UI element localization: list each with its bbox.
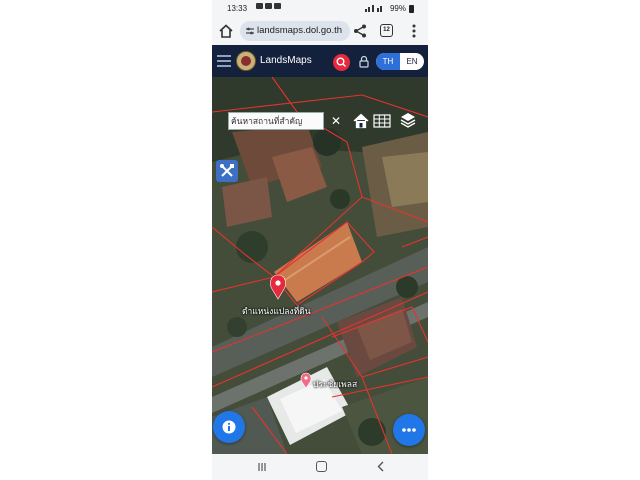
notification-icon bbox=[256, 3, 263, 9]
app-header: LandsMaps TH EN bbox=[212, 45, 428, 77]
share-icon[interactable] bbox=[352, 23, 368, 39]
system-nav-bar bbox=[212, 454, 428, 480]
info-button[interactable] bbox=[213, 411, 245, 443]
browser-toolbar: landsmaps.dol.go.th 12 bbox=[212, 17, 428, 45]
phone-screen: 13:33 99% landsmaps.dol.go.th 12 LandsMa… bbox=[212, 0, 428, 480]
grid-icon[interactable] bbox=[373, 113, 391, 129]
status-bar: 13:33 99% bbox=[212, 0, 428, 17]
back-icon[interactable] bbox=[376, 461, 386, 472]
home-icon[interactable] bbox=[218, 23, 234, 39]
battery-icon bbox=[409, 4, 414, 13]
more-vert-icon[interactable] bbox=[408, 23, 420, 39]
search-icon bbox=[336, 57, 346, 67]
app-title: LandsMaps bbox=[260, 55, 312, 66]
map-tools-button[interactable] bbox=[216, 160, 238, 182]
more-options-button[interactable] bbox=[393, 414, 425, 446]
layers-icon[interactable] bbox=[399, 111, 417, 129]
tab-count: 12 bbox=[383, 27, 390, 33]
status-time: 13:33 bbox=[227, 4, 248, 13]
address-bar[interactable]: landsmaps.dol.go.th bbox=[240, 21, 350, 41]
search-button[interactable] bbox=[333, 54, 350, 71]
satellite-map[interactable]: ตำแหน่งแปลงที่ดิน ประชัยเพลส ค้นหาสถานที… bbox=[212, 77, 428, 454]
url-text[interactable]: landsmaps.dol.go.th bbox=[257, 25, 347, 36]
lang-en-button[interactable]: EN bbox=[400, 53, 424, 70]
lang-th-button[interactable]: TH bbox=[376, 53, 400, 70]
landsmaps-app: LandsMaps TH EN ตำแหน่งแปลงที่ดิน ประชัย… bbox=[212, 45, 428, 454]
map-imagery bbox=[212, 77, 428, 454]
site-settings-icon[interactable] bbox=[246, 26, 254, 36]
tools-icon bbox=[220, 164, 234, 177]
tab-switcher-button[interactable]: 12 bbox=[380, 24, 393, 37]
place-search-input[interactable]: ค้นหาสถานที่สำคัญ bbox=[228, 112, 324, 130]
notification-icon bbox=[265, 3, 272, 9]
language-toggle: TH EN bbox=[376, 53, 424, 70]
lock-icon[interactable] bbox=[358, 55, 370, 68]
poi-label: ประชัยเพลส bbox=[313, 379, 358, 389]
signal-icon bbox=[364, 5, 382, 12]
recent-apps-icon[interactable] bbox=[257, 462, 267, 472]
info-icon bbox=[222, 420, 236, 434]
clear-search-button[interactable]: ✕ bbox=[329, 112, 343, 130]
status-right: 99% bbox=[364, 4, 414, 13]
more-horiz-icon bbox=[402, 428, 416, 432]
notification-icon bbox=[274, 3, 281, 9]
app-logo bbox=[236, 51, 256, 71]
battery-percent: 99% bbox=[389, 4, 406, 13]
nav-home-icon[interactable] bbox=[316, 461, 327, 472]
hamburger-icon[interactable] bbox=[217, 55, 231, 67]
home-map-icon[interactable] bbox=[352, 112, 370, 130]
parcel-marker-label: ตำแหน่งแปลงที่ดิน bbox=[242, 306, 311, 316]
notification-icons bbox=[256, 3, 281, 9]
